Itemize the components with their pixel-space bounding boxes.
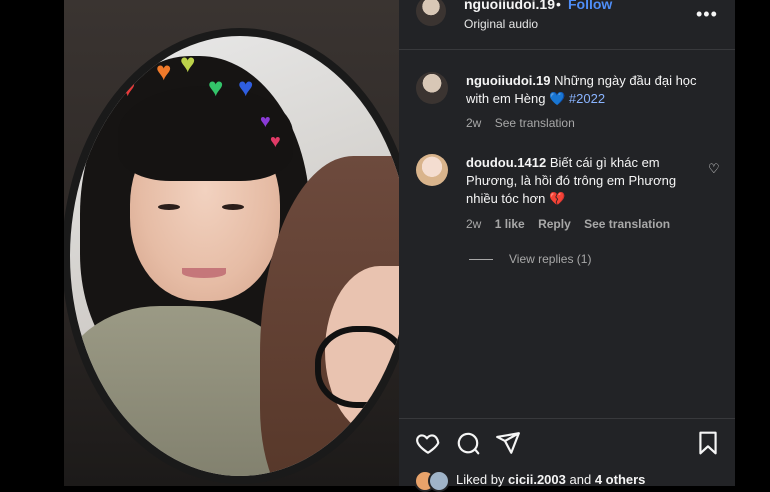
see-translation-button[interactable]: See translation [584,217,670,231]
hashtag-link[interactable]: #2022 [569,91,605,106]
liked-by-label: Liked by [456,472,505,487]
post-side-panel: nguoiiudoi.19 • Follow Original audio ••… [399,0,735,492]
liker-avatars[interactable] [414,470,454,492]
page-backdrop-right [735,0,770,486]
person-eye [158,204,180,210]
more-options-icon[interactable]: ••• [696,4,718,25]
likes-and: and [569,472,592,487]
author-avatar[interactable] [416,0,446,26]
person-bangs [118,86,293,181]
author-username[interactable]: nguoiiudoi.19 [464,0,555,12]
see-translation-button[interactable]: See translation [495,116,575,130]
liker-avatar [428,470,450,492]
page-backdrop-left [0,0,64,486]
audio-label[interactable]: Original audio [464,17,538,31]
comment-icon [457,432,480,455]
separator-dot: • [556,0,561,12]
likes-summary: Liked by cicii.2003 and 4 others [456,472,645,487]
red-heart-sticker: ♥ [120,72,136,102]
share-button[interactable] [495,430,521,456]
commenter-username[interactable]: doudou.1412 [466,155,546,170]
bookmark-icon [699,431,717,455]
comment-like-count[interactable]: 1 like [495,217,525,231]
comment-heart-icon[interactable]: ♡ [708,161,720,177]
reply-button[interactable]: Reply [538,217,571,231]
green-heart-sticker: ♥ [208,72,224,102]
view-replies-label[interactable]: View replies (1) [509,252,591,266]
round-mirror-photo: ♥ ♥ ♥ ♥ ♥ ♥ ♥ [64,28,399,484]
divider [399,418,735,419]
purple-heart-sticker: ♥ [260,111,271,131]
orange-heart-sticker: ♥ [156,56,172,86]
commenter-avatar[interactable] [416,154,448,186]
heart-icon [416,434,440,454]
post-media[interactable]: ♥ ♥ ♥ ♥ ♥ ♥ ♥ [64,0,399,486]
caption-text: nguoiiudoi.19 Những ngày đầu đại học wit… [466,72,721,108]
comment-timestamp[interactable]: 2w [466,217,481,231]
view-replies-button[interactable]: View replies (1) [469,252,591,266]
caption-username[interactable]: nguoiiudoi.19 [466,73,551,88]
likes-others-link[interactable]: 4 others [595,472,646,487]
blue-heart-sticker: ♥ [238,72,254,102]
comment-meta: 2w 1 like Reply See translation [466,217,680,231]
person-eye [222,204,244,210]
liker-username[interactable]: cicii.2003 [508,472,566,487]
comment-button[interactable] [455,430,481,456]
caption-timestamp[interactable]: 2w [466,116,481,130]
replies-line [469,259,493,261]
like-button[interactable] [415,430,441,456]
caption-meta: 2w See translation [466,116,585,130]
yellow-heart-sticker: ♥ [180,48,196,78]
caption-author-avatar[interactable] [416,72,448,104]
glasses [315,326,399,408]
pink-heart-sticker: ♥ [270,131,281,151]
follow-button[interactable]: Follow [568,0,612,12]
save-button[interactable] [695,430,721,456]
comment-text: doudou.1412 Biết cái gì khác em Phương, … [466,154,698,208]
person-mouth [182,268,226,278]
divider [399,49,735,50]
share-icon [496,432,520,454]
